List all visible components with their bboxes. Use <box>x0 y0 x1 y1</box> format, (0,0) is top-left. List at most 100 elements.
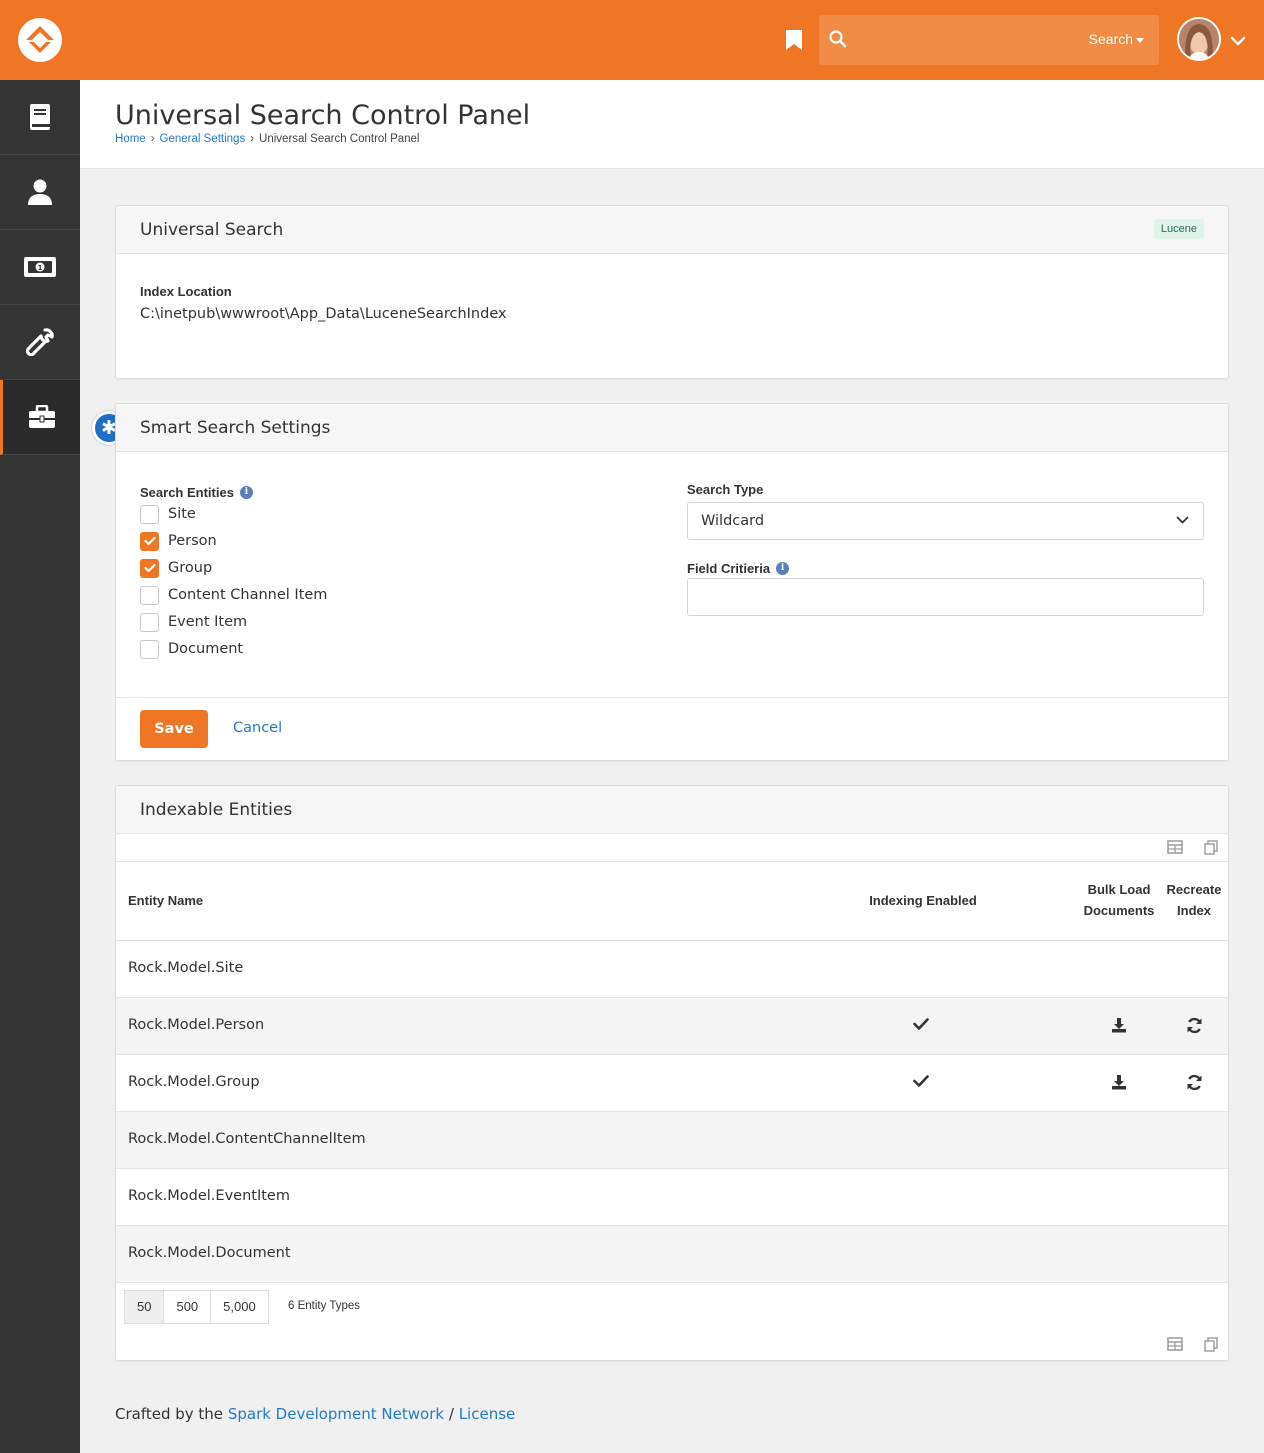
search-input[interactable] <box>859 25 1079 55</box>
entity-name-cell: Rock.Model.Group <box>128 1074 260 1090</box>
bookmark-icon[interactable] <box>785 29 805 53</box>
save-button[interactable]: Save <box>140 710 208 748</box>
entity-checkbox-site[interactable]: Site <box>140 503 196 525</box>
check-icon <box>913 1075 929 1087</box>
download-icon[interactable] <box>1111 1017 1127 1033</box>
table-row[interactable]: Rock.Model.Site <box>116 941 1228 998</box>
breadcrumb-home[interactable]: Home <box>115 133 146 145</box>
page-header: Universal Search Control Panel Home › Gene… <box>80 80 1264 169</box>
grid-actions-top <box>116 834 1228 862</box>
table-icon[interactable] <box>1167 1337 1183 1351</box>
page-title: Universal Search Control Panel <box>115 100 531 131</box>
info-icon[interactable]: i <box>239 486 253 499</box>
page-size-selector: 50 500 5,000 <box>124 1290 269 1324</box>
entity-checkbox-document[interactable]: Document <box>140 638 243 660</box>
page-size-500[interactable]: 500 <box>163 1290 212 1324</box>
table-row[interactable]: Rock.Model.Document <box>116 1226 1228 1283</box>
page-size-50[interactable]: 50 <box>124 1290 165 1324</box>
column-indexing-enabled: Indexing Enabled <box>869 893 977 908</box>
checkbox-label: Group <box>168 560 213 576</box>
checkbox-label: Person <box>168 533 217 549</box>
avatar[interactable] <box>1177 17 1221 61</box>
spark-link[interactable]: Spark Development Network <box>228 1405 444 1423</box>
footer-separator: / <box>448 1405 454 1423</box>
search-entities-label: Search Entities <box>140 485 234 500</box>
book-icon <box>30 104 50 130</box>
chevron-right-icon: › <box>150 133 155 145</box>
checkbox[interactable] <box>140 531 159 551</box>
checkbox[interactable] <box>140 639 159 659</box>
checkbox-label: Content Channel Item <box>168 587 328 603</box>
sidebar-item-finance[interactable]: 1 <box>0 230 80 305</box>
column-entity-name: Entity Name <box>128 893 204 908</box>
search-type-select[interactable]: Wildcard <box>687 502 1204 540</box>
field-criteria-label-row: Field Critieria i <box>687 558 790 577</box>
panel-title: Indexable Entities <box>140 800 293 820</box>
panel-heading: Indexable Entities <box>116 786 1228 834</box>
download-icon[interactable] <box>1111 1074 1127 1090</box>
table-row[interactable]: Rock.Model.Person <box>116 998 1228 1055</box>
license-link[interactable]: License <box>459 1405 516 1423</box>
table-row[interactable]: Rock.Model.EventItem <box>116 1169 1228 1226</box>
copy-icon[interactable] <box>1204 840 1218 855</box>
column-bulk-load-line2: Documents <box>1083 903 1155 918</box>
entity-name-cell: Rock.Model.EventItem <box>128 1188 290 1204</box>
refresh-icon[interactable] <box>1186 1017 1203 1034</box>
search-type-label: Search Type <box>687 482 764 497</box>
index-location-value: C:\inetpub\wwwroot\App_Data\LuceneSearch… <box>140 306 507 322</box>
smart-search-panel: Smart Search Settings Search Entities i S… <box>115 403 1229 761</box>
wrench-icon <box>26 328 54 356</box>
entity-checkbox-group[interactable]: Group <box>140 557 212 579</box>
search-icon <box>829 30 847 48</box>
chevron-down-icon[interactable] <box>1230 32 1246 51</box>
table-row[interactable]: Rock.Model.Group <box>116 1055 1228 1112</box>
panel-heading: Smart Search Settings <box>116 404 1228 452</box>
check-icon <box>913 1018 929 1030</box>
info-icon[interactable]: i <box>776 562 790 575</box>
rock-logo-icon[interactable] <box>18 18 62 62</box>
column-recreate-line2: Index <box>1177 903 1211 918</box>
table-icon[interactable] <box>1167 840 1183 854</box>
panel-title: Smart Search Settings <box>140 418 331 438</box>
panel-heading: Universal Search Lucene <box>116 206 1228 254</box>
svg-text:1: 1 <box>38 264 43 272</box>
sidebar-item-person[interactable] <box>0 155 80 230</box>
checkbox[interactable] <box>140 504 159 524</box>
entity-name-cell: Rock.Model.ContentChannelItem <box>128 1131 366 1147</box>
column-recreate-index: Recreate Index <box>1164 879 1224 921</box>
chevron-down-icon <box>1176 516 1189 524</box>
entity-name-cell: Rock.Model.Site <box>128 960 244 976</box>
cancel-button[interactable]: Cancel <box>233 720 282 736</box>
checkbox[interactable] <box>140 558 159 578</box>
search-entities-label-row: Search Entities i <box>140 482 253 501</box>
field-criteria-input[interactable] <box>687 578 1204 616</box>
sidebar-item-tools[interactable] <box>0 305 80 380</box>
entity-checkbox-content-channel-item[interactable]: Content Channel Item <box>140 584 327 606</box>
breadcrumb-current: Universal Search Control Panel <box>259 133 420 145</box>
entity-checkbox-person[interactable]: Person <box>140 530 217 552</box>
breadcrumb: Home › General Settings › Universal Search C… <box>115 133 420 145</box>
table-row[interactable]: Rock.Model.ContentChannelItem <box>116 1112 1228 1169</box>
page-size-5000[interactable]: 5,000 <box>210 1290 269 1324</box>
sidebar-item-admin[interactable] <box>0 380 80 455</box>
checkbox[interactable] <box>140 612 159 632</box>
person-icon <box>28 179 52 205</box>
search-type-label: Search <box>1088 31 1133 47</box>
checkbox[interactable] <box>140 585 159 605</box>
breadcrumb-general-settings[interactable]: General Settings <box>160 133 246 145</box>
field-criteria-label: Field Critieria <box>687 561 771 576</box>
check-icon <box>143 536 156 546</box>
entity-name-cell: Rock.Model.Document <box>128 1245 291 1261</box>
entity-name-cell: Rock.Model.Person <box>128 1017 265 1033</box>
sidebar-item-book[interactable] <box>0 80 80 155</box>
page-footer: Crafted by the Spark Development Network… <box>115 1405 515 1423</box>
entity-checkbox-event-item[interactable]: Event Item <box>140 611 247 633</box>
panel-title: Universal Search <box>140 220 284 240</box>
table-header: Entity Name Indexing Enabled Bulk Load Do… <box>116 862 1228 941</box>
sidebar: 1 <box>0 80 80 1453</box>
status-badge: Lucene <box>1153 219 1204 239</box>
refresh-icon[interactable] <box>1186 1074 1203 1091</box>
search-type-dropdown[interactable]: Search <box>1089 31 1144 47</box>
column-bulk-load-line1: Bulk Load <box>1087 882 1151 897</box>
copy-icon[interactable] <box>1204 1337 1218 1352</box>
